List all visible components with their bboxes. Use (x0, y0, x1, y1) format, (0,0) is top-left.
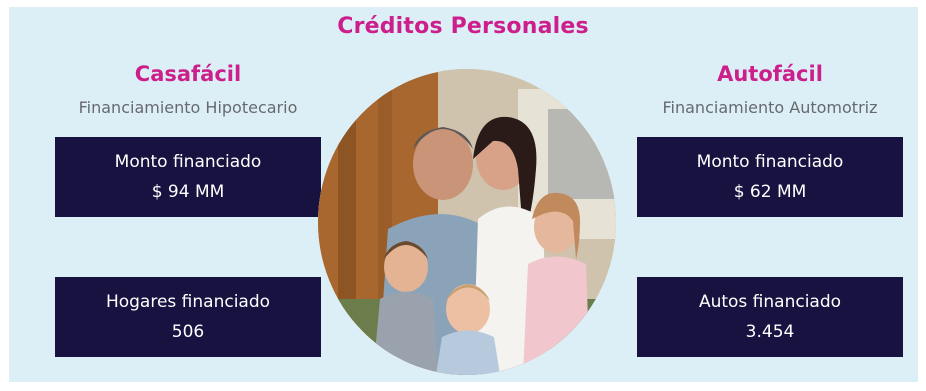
card-label: Hogares financiado (105, 292, 271, 312)
card-label: Autos financiado (698, 292, 842, 312)
casafacil-homes-card: Hogares financiado 506 (55, 277, 321, 357)
casafacil-amount-card: Monto financiado $ 94 MM (55, 137, 321, 217)
card-label: Monto financiado (696, 152, 844, 172)
card-value: 3.454 (745, 322, 795, 342)
autofacil-amount-card: Monto financiado $ 62 MM (637, 137, 903, 217)
family-photo (318, 69, 616, 375)
card-value: $ 94 MM (151, 182, 225, 202)
family-illustration (318, 69, 616, 375)
card-value: 506 (171, 322, 205, 342)
casafacil-heading: Casafácil (134, 62, 242, 86)
casafacil-subtitle: Financiamiento Hipotecario (78, 98, 298, 117)
autofacil-subtitle: Financiamiento Automotriz (662, 98, 878, 117)
page-title: Créditos Personales (337, 14, 589, 39)
card-label: Monto financiado (114, 152, 262, 172)
autofacil-cars-card: Autos financiado 3.454 (637, 277, 903, 357)
autofacil-heading: Autofácil (717, 62, 823, 86)
card-value: $ 62 MM (733, 182, 807, 202)
